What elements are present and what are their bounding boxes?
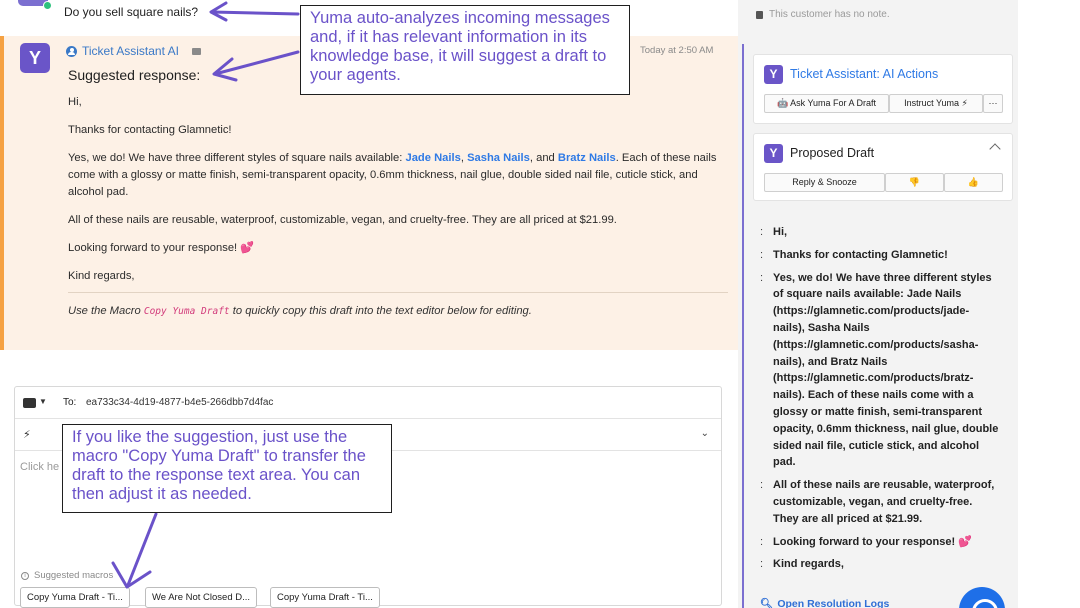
- chevron-down-icon[interactable]: ▼: [39, 397, 47, 406]
- composer-recipient-row: ▼ To: ea733c34-4d19-4877-b4e5-266dbb7d4f…: [15, 387, 721, 419]
- draft-paragraph: Kind regards,: [760, 556, 1000, 573]
- note-divider: [68, 292, 728, 293]
- open-resolution-logs-link[interactable]: 🔍︎ Open Resolution Logs: [760, 597, 889, 608]
- ai-actions-title: Ticket Assistant: AI Actions: [790, 67, 939, 81]
- ai-actions-card: Y Ticket Assistant: AI Actions 🤖 Ask Yum…: [753, 54, 1013, 124]
- thumbs-down-button[interactable]: 👎: [885, 173, 944, 192]
- proposed-draft-title: Proposed Draft: [790, 146, 875, 160]
- yuma-logo: Y: [764, 65, 783, 84]
- proposed-draft-card: Y Proposed Draft Reply & Snooze 👎 👍: [753, 133, 1013, 201]
- ticket-sidebar: This customer has no note. Y Ticket Assi…: [738, 0, 1018, 608]
- annotation-callout-top: Yuma auto-analyzes incoming messages and…: [300, 5, 630, 95]
- draft-paragraph: Hi,: [760, 224, 1000, 241]
- note-thanks: Thanks for contacting Glamnetic!: [68, 124, 232, 136]
- thumbs-up-button[interactable]: 👍: [944, 173, 1003, 192]
- proposed-draft-text: Hi, Thanks for contacting Glamnetic! Yes…: [760, 224, 1000, 579]
- internal-note-icon: [191, 47, 201, 55]
- macro-button-we-are-not-closed[interactable]: We Are Not Closed D...: [145, 587, 258, 608]
- macro-button-copy-yuma-draft[interactable]: Copy Yuma Draft - Ti...: [20, 587, 130, 608]
- yuma-logo: Y: [20, 43, 50, 73]
- note-body: Hi, Thanks for contacting Glamnetic! Yes…: [68, 94, 728, 296]
- note-greeting: Hi,: [68, 96, 82, 108]
- customer-note: This customer has no note.: [756, 9, 890, 20]
- to-label: To:: [63, 397, 77, 408]
- channel-chat-icon[interactable]: [23, 398, 36, 408]
- more-actions-button[interactable]: ···: [983, 94, 1003, 113]
- annotation-callout-bottom: If you like the suggestion, just use the…: [62, 424, 392, 513]
- ask-yuma-draft-button[interactable]: 🤖 Ask Yuma For A Draft: [764, 94, 889, 113]
- suggested-macros-label: i Suggested macros: [21, 570, 113, 581]
- note-paragraph-3: Looking forward to your response! 💕: [68, 242, 255, 254]
- draft-paragraph: Looking forward to your response! 💕: [760, 534, 1000, 551]
- expand-chevron-icon[interactable]: ⌄: [701, 428, 709, 439]
- macro-button-copy-yuma-draft-2[interactable]: Copy Yuma Draft - Ti...: [270, 587, 380, 608]
- draft-paragraph: Yes, we do! We have three different styl…: [760, 270, 1000, 472]
- note-footer: Use the Macro Copy Yuma Draft to quickly…: [68, 305, 532, 317]
- note-paragraph-1: Yes, we do! We have three different styl…: [68, 152, 717, 198]
- note-paragraph-2: All of these nails are reusable, waterpr…: [68, 214, 617, 226]
- note-closing: Kind regards,: [68, 270, 135, 282]
- macro-bolt-icon[interactable]: ⚡︎: [23, 428, 31, 441]
- online-status-dot: [43, 1, 52, 10]
- product-link-jade[interactable]: Jade Nails: [405, 152, 460, 164]
- product-link-sasha[interactable]: Sasha Nails: [467, 152, 530, 164]
- customer-message-text: Do you sell square nails?: [64, 5, 199, 19]
- reply-snooze-button[interactable]: Reply & Snooze: [764, 173, 885, 192]
- note-author-name: Ticket Assistant AI: [82, 44, 179, 58]
- user-icon: [66, 45, 77, 57]
- info-icon: i: [21, 571, 29, 580]
- macro-name-code: Copy Yuma Draft: [143, 306, 230, 317]
- draft-paragraph: Thanks for contacting Glamnetic!: [760, 247, 1000, 264]
- page-margin: [1018, 0, 1080, 608]
- note-timestamp: Today at 2:50 AM: [640, 45, 714, 56]
- draft-paragraph: All of these nails are reusable, waterpr…: [760, 477, 1000, 527]
- instruct-yuma-button[interactable]: Instruct Yuma ⚡: [889, 94, 983, 113]
- recipient-field[interactable]: ea733c34-4d19-4877-b4e5-266dbb7d4fac: [86, 397, 273, 408]
- yuma-logo: Y: [764, 144, 783, 163]
- note-heading: Suggested response:: [68, 67, 201, 83]
- search-icon: 🔍︎: [760, 598, 774, 608]
- note-author[interactable]: Ticket Assistant AI: [66, 44, 201, 58]
- product-link-bratz[interactable]: Bratz Nails: [558, 152, 616, 164]
- reply-text-area[interactable]: Click he: [20, 461, 59, 473]
- collapse-chevron-icon[interactable]: [989, 143, 1001, 155]
- note-icon: [756, 10, 763, 19]
